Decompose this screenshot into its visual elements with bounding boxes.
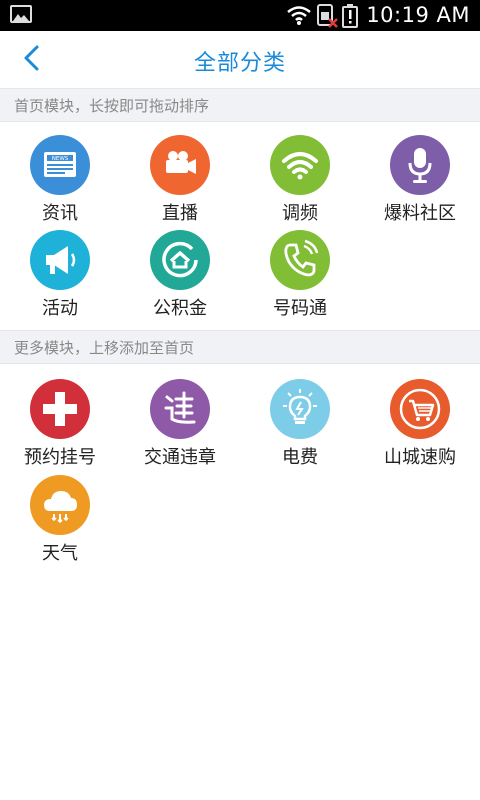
module-label: 爆料社区 — [384, 203, 456, 224]
module-label: 预约挂号 — [24, 447, 96, 468]
weather-cloud-icon — [30, 475, 90, 535]
phone-icon — [270, 230, 330, 290]
clock: 10:19 AM — [366, 3, 470, 27]
module-number-service[interactable]: 号码通 — [240, 230, 360, 322]
module-weather[interactable]: 天气 — [0, 475, 120, 567]
module-live[interactable]: 直播 — [120, 135, 240, 227]
module-label: 号码通 — [273, 298, 327, 319]
battery-alert-icon — [342, 4, 358, 28]
news-icon: NEWS — [30, 135, 90, 195]
traffic-violation-icon — [150, 379, 210, 439]
module-news[interactable]: NEWS 资讯 — [0, 135, 120, 227]
module-appointment[interactable]: 预约挂号 — [0, 379, 120, 471]
module-shopping[interactable]: 山城速购 — [360, 379, 480, 471]
no-sim-icon — [317, 4, 338, 28]
module-electricity[interactable]: 电费 — [240, 379, 360, 471]
module-label: 交通违章 — [144, 447, 216, 468]
page-title: 全部分类 — [193, 51, 286, 76]
module-label: 天气 — [42, 543, 78, 564]
microphone-icon — [390, 135, 450, 195]
wifi-status-icon — [287, 6, 311, 25]
shopping-cart-icon — [390, 379, 450, 439]
medical-cross-icon — [30, 379, 90, 439]
module-housing-fund[interactable]: 公积金 — [120, 230, 240, 322]
module-label: 活动 — [42, 298, 78, 319]
megaphone-icon — [30, 230, 90, 290]
more-modules-heading: 更多模块，上移添加至首页 — [0, 330, 480, 364]
module-fm[interactable]: 调频 — [240, 135, 360, 227]
wifi-signal-icon — [270, 135, 330, 195]
module-label: 资讯 — [42, 203, 78, 224]
video-camera-icon — [150, 135, 210, 195]
module-activity[interactable]: 活动 — [0, 230, 120, 322]
status-bar: 10:19 AM — [0, 0, 480, 31]
module-label: 直播 — [162, 203, 198, 224]
svg-text:NEWS: NEWS — [52, 156, 69, 162]
module-label: 电费 — [282, 447, 318, 468]
home-modules-heading: 首页模块，长按即可拖动排序 — [0, 88, 480, 122]
module-label: 调频 — [282, 203, 318, 224]
home-fund-icon — [150, 230, 210, 290]
module-traffic[interactable]: 交通违章 — [120, 379, 240, 471]
module-label: 山城速购 — [384, 447, 456, 468]
lightbulb-icon — [270, 379, 330, 439]
module-community[interactable]: 爆料社区 — [360, 135, 480, 227]
gallery-notification-icon — [10, 5, 32, 23]
module-label: 公积金 — [153, 298, 207, 319]
header: 全部分类 — [0, 31, 480, 88]
